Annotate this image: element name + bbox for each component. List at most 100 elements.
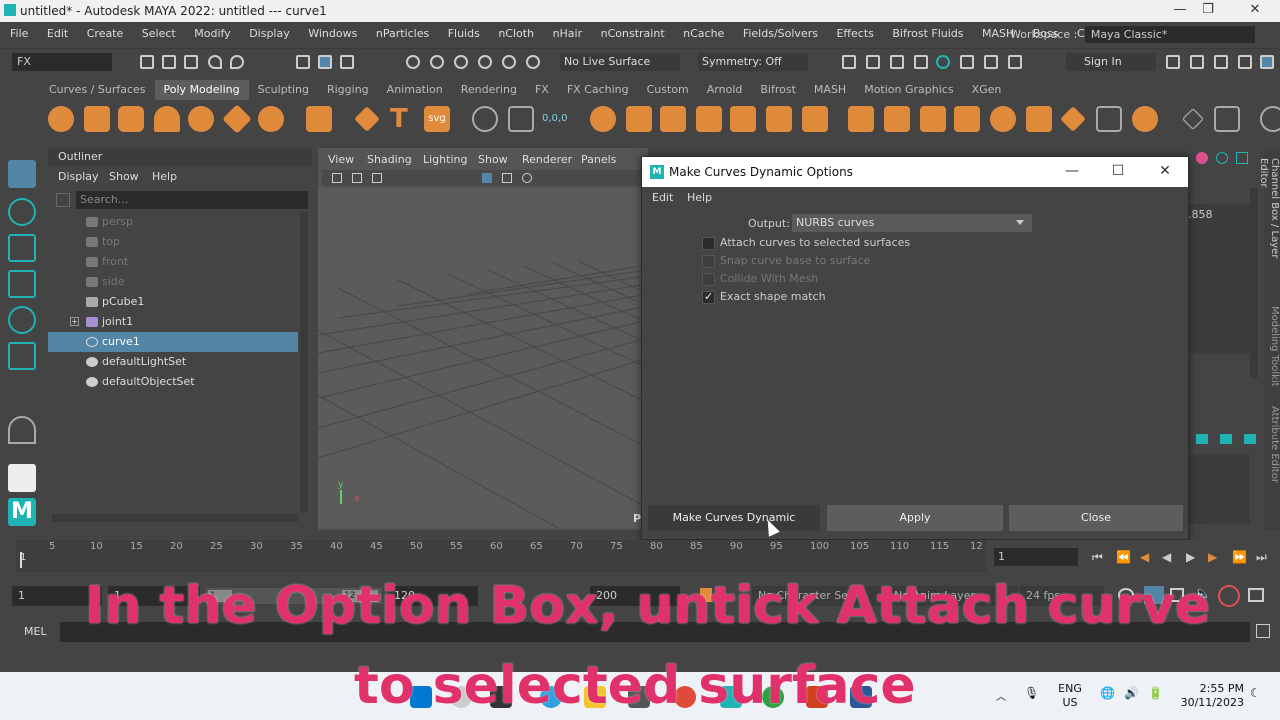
scale-tool-icon[interactable] (8, 342, 36, 370)
snap-surface-icon[interactable] (502, 55, 516, 69)
attach-curves-checkbox[interactable] (702, 237, 715, 250)
fill-hole-icon[interactable] (990, 106, 1016, 132)
outliner-item-top[interactable]: top (48, 232, 298, 252)
viewport-canvas[interactable]: y x P (318, 188, 648, 528)
tab-channel-box[interactable]: Channel Box / Layer Editor (1258, 158, 1280, 288)
quad-draw-icon[interactable] (920, 106, 946, 132)
dialog-menu-edit[interactable]: Edit (652, 191, 673, 204)
outliner-item-persp[interactable]: persp (48, 212, 298, 232)
outliner-item-joint1[interactable]: + joint1 (48, 312, 298, 332)
channel-box-icon-2[interactable] (1216, 152, 1228, 164)
workspace-dropdown[interactable]: Maya Classic* (1084, 26, 1255, 43)
script-editor-icon[interactable] (1256, 624, 1270, 638)
paint-icon[interactable] (1181, 107, 1205, 131)
network-icon[interactable]: 🌐 (1100, 686, 1115, 700)
shelf-tab-animation[interactable]: Animation (378, 80, 452, 100)
bevel-icon[interactable] (766, 106, 792, 132)
rotate-tool-icon[interactable] (8, 306, 36, 334)
outliner-item-defaultlightset[interactable]: defaultLightSet (48, 352, 298, 372)
output-dropdown[interactable]: NURBS curves (792, 214, 1032, 232)
outliner-item-pcube1[interactable]: pCube1 (48, 292, 298, 312)
poly-torus-icon[interactable] (188, 106, 214, 132)
menu-effects[interactable]: Effects (836, 22, 873, 46)
dialog-menu-help[interactable]: Help (687, 191, 712, 204)
maya-menu-icon[interactable]: M (8, 498, 36, 526)
arnold-render-icon[interactable] (936, 55, 950, 69)
menu-bifrost-fluids[interactable]: Bifrost Fluids (892, 22, 963, 46)
shelf-tab-bifrost[interactable]: Bifrost (751, 80, 805, 100)
focus-assist-icon[interactable]: ☾ (1250, 686, 1261, 700)
viewport-menu-view[interactable]: View (328, 153, 354, 166)
menu-fluids[interactable]: Fluids (448, 22, 480, 46)
toggle-tool-settings-icon[interactable] (1214, 55, 1228, 69)
shelf-tab-curves-surfaces[interactable]: Curves / Surfaces (40, 80, 155, 100)
target-weld-icon[interactable] (884, 106, 910, 132)
minimize-icon[interactable]: — (1165, 2, 1195, 20)
outliner-filter-icon[interactable] (56, 193, 70, 207)
open-scene-icon[interactable] (162, 55, 176, 69)
current-frame-field[interactable]: 1 (994, 548, 1078, 566)
viewport-menu-renderer[interactable]: Renderer (522, 153, 572, 166)
menuset-dropdown[interactable]: FX (12, 53, 112, 71)
uv-editor-icon[interactable] (1096, 106, 1122, 132)
sculpt-icon[interactable] (472, 106, 498, 132)
step-back-key-icon[interactable]: ⏪ (1116, 550, 1131, 564)
select-object-icon[interactable] (318, 55, 332, 69)
camera-attributes-icon[interactable] (352, 173, 362, 183)
separate-icon[interactable] (626, 106, 652, 132)
mirror-icon[interactable] (508, 106, 534, 132)
merge-icon[interactable] (1060, 106, 1086, 132)
arnold-ipr-icon[interactable] (960, 55, 974, 69)
menu-ncache[interactable]: nCache (683, 22, 724, 46)
tab-modeling-toolkit[interactable]: Modeling Toolkit (1264, 306, 1280, 390)
arnold-pause-icon[interactable] (1008, 55, 1022, 69)
ipr-render-icon[interactable] (890, 55, 904, 69)
menu-display[interactable]: Display (249, 22, 290, 46)
extrude-icon[interactable] (696, 106, 722, 132)
shelf-tab-custom[interactable]: Custom (638, 80, 698, 100)
arnold-play-icon[interactable] (984, 55, 998, 69)
shelf-tab-fx[interactable]: FX (526, 80, 558, 100)
select-tool-icon[interactable] (8, 160, 36, 188)
menu-select[interactable]: Select (142, 22, 176, 46)
step-forward-frame-icon[interactable]: ▶ (1208, 550, 1217, 564)
toggle-attribute-editor-icon[interactable] (1190, 55, 1204, 69)
viewport-menu-shading[interactable]: Shading (367, 153, 412, 166)
snap-point-icon[interactable] (454, 55, 468, 69)
time-ruler[interactable]: 1 5 10 15 20 25 30 35 40 45 50 55 60 65 … (16, 540, 986, 572)
lattice-icon[interactable] (1214, 106, 1240, 132)
render-settings-icon[interactable] (914, 55, 928, 69)
live-surface-field[interactable]: No Live Surface (560, 53, 680, 71)
select-component-icon[interactable] (340, 55, 354, 69)
shelf-tab-arnold[interactable]: Arnold (698, 80, 752, 100)
shelf-settings-icon[interactable] (1260, 106, 1280, 132)
toggle-channel-box-icon[interactable] (1238, 55, 1252, 69)
last-tool-icon[interactable] (8, 416, 36, 444)
close-button[interactable]: Close (1009, 505, 1183, 531)
toggle-outliner-icon[interactable] (1260, 55, 1274, 69)
superellipse-icon[interactable] (354, 106, 380, 132)
outliner-item-side[interactable]: side (48, 272, 298, 292)
play-backwards-icon[interactable]: ◀ (1162, 550, 1171, 564)
shelf-tab-fx-caching[interactable]: FX Caching (558, 80, 638, 100)
poly-cube-icon[interactable] (84, 106, 110, 132)
extract-icon[interactable] (954, 106, 980, 132)
poly-cone-icon[interactable] (154, 106, 180, 132)
poly-cylinder-icon[interactable] (118, 106, 144, 132)
outliner-item-front[interactable]: front (48, 252, 298, 272)
menu-nconstraint[interactable]: nConstraint (601, 22, 665, 46)
microphone-icon[interactable]: 🎙 (1024, 686, 1039, 700)
platonic-solid-icon[interactable] (306, 106, 332, 132)
viewport-menu-lighting[interactable]: Lighting (423, 153, 467, 166)
auto-key-icon[interactable] (1218, 585, 1240, 607)
dialog-close-icon[interactable]: ✕ (1153, 163, 1177, 181)
toggle-modeling-toolkit-icon[interactable] (1166, 55, 1180, 69)
outliner-item-defaultobjectset[interactable]: defaultObjectSet (48, 372, 298, 392)
channel-box-icon-1[interactable] (1196, 152, 1208, 164)
menu-fields-solvers[interactable]: Fields/Solvers (743, 22, 818, 46)
resolution-gate-icon[interactable] (522, 173, 532, 183)
go-to-start-icon[interactable]: ⏮ (1092, 550, 1103, 565)
shelf-tab-rigging[interactable]: Rigging (318, 80, 378, 100)
step-forward-key-icon[interactable]: ⏩ (1232, 550, 1247, 564)
bookmark-icon[interactable] (372, 173, 382, 183)
